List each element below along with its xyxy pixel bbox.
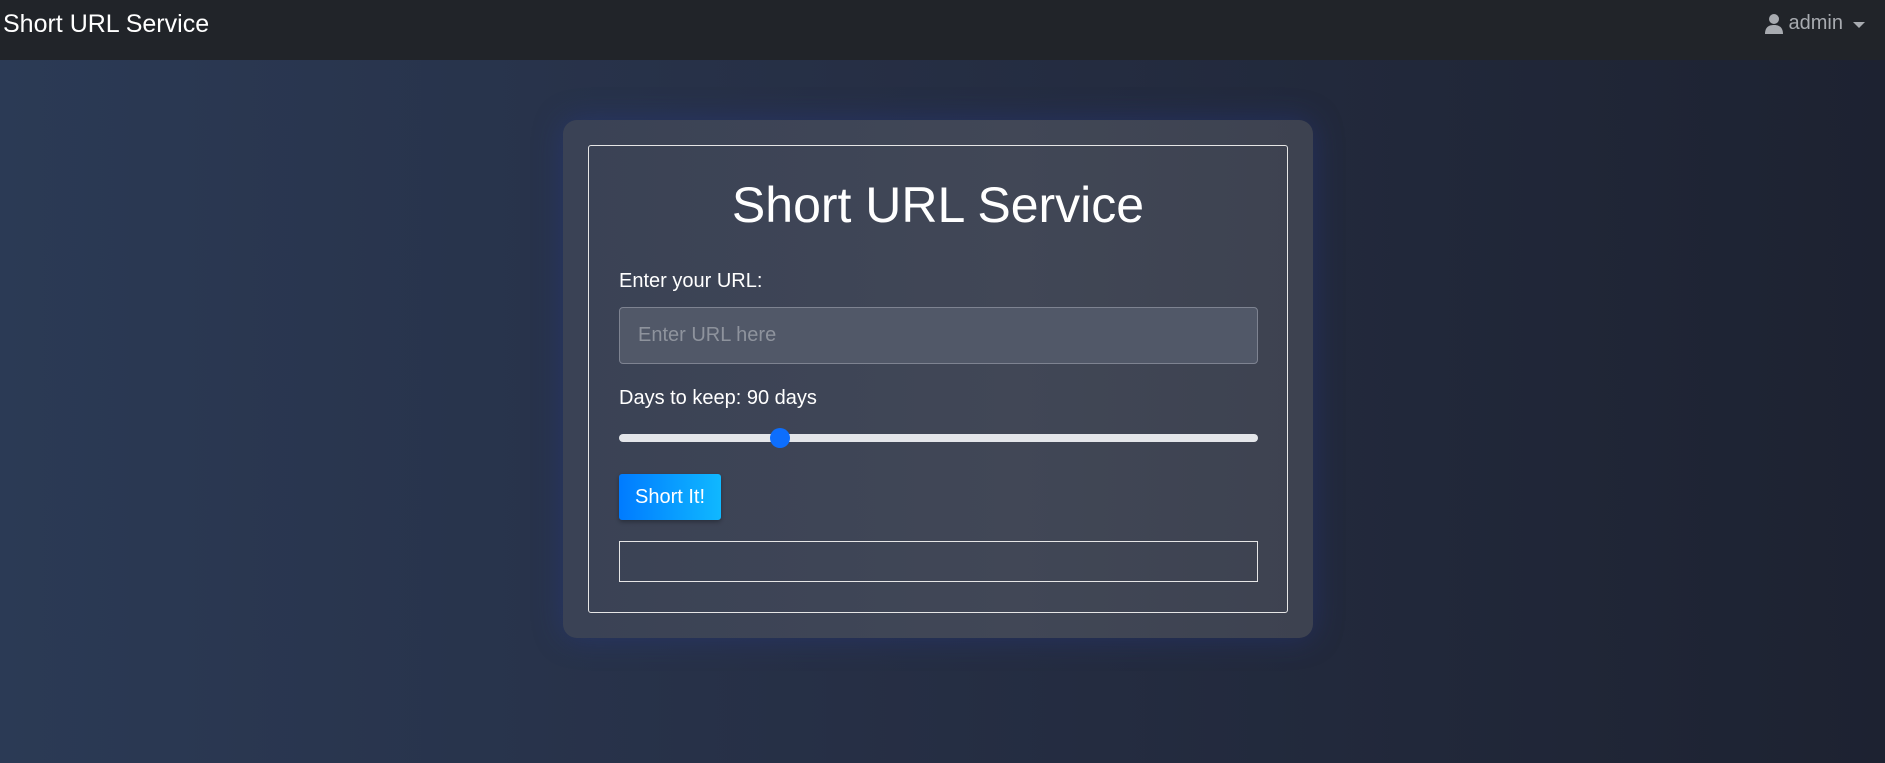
result-output <box>619 541 1258 582</box>
user-name: admin <box>1788 12 1843 34</box>
user-menu-dropdown[interactable]: admin <box>1764 12 1865 35</box>
short-it-button[interactable]: Short It! <box>619 474 721 520</box>
shortener-form: Short URL Service Enter your URL: Days t… <box>588 145 1288 613</box>
slider-thumb[interactable] <box>770 428 791 448</box>
url-label: Enter your URL: <box>619 270 763 292</box>
url-input[interactable] <box>619 307 1258 364</box>
page-title: Short URL Service <box>731 177 1145 233</box>
days-slider[interactable] <box>619 428 1258 448</box>
top-navbar: Short URL Service admin <box>0 0 1885 60</box>
days-label: Days to keep: 90 days <box>619 387 817 409</box>
user-icon <box>1764 13 1783 35</box>
slider-track[interactable] <box>619 434 1258 442</box>
navbar-brand[interactable]: Short URL Service <box>3 10 209 39</box>
chevron-down-icon <box>1853 21 1865 28</box>
shortener-card: Short URL Service Enter your URL: Days t… <box>563 120 1313 638</box>
